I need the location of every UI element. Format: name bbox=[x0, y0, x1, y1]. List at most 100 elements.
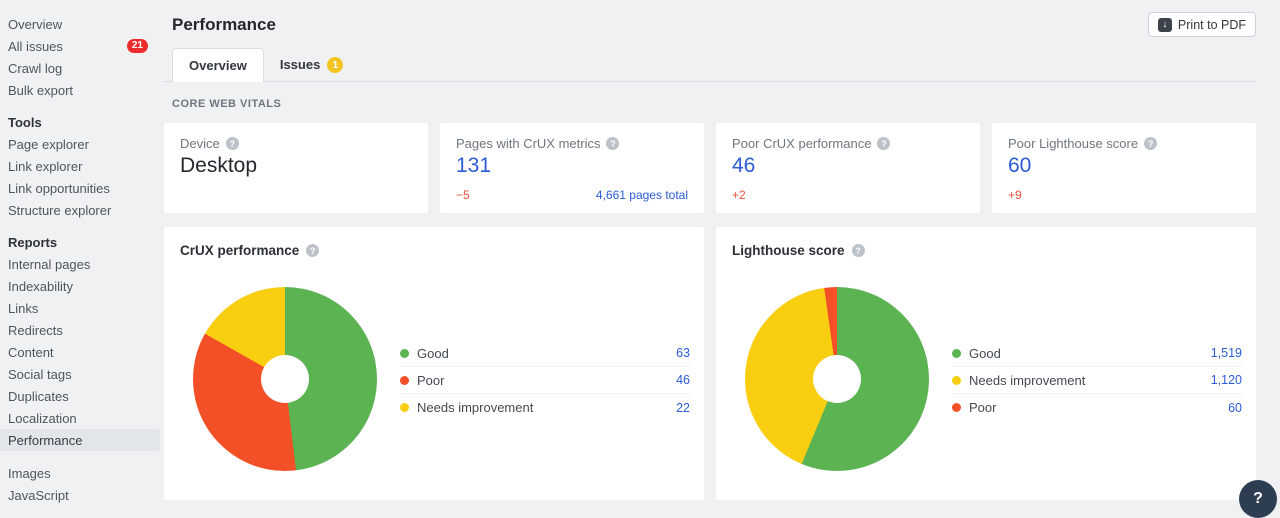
sidebar-item-images[interactable]: Images bbox=[0, 462, 160, 484]
print-to-pdf-button[interactable]: Print to PDF bbox=[1148, 12, 1256, 37]
sidebar-item-link-opportunities[interactable]: Link opportunities bbox=[0, 177, 160, 199]
help-circle-icon[interactable] bbox=[226, 137, 239, 150]
help-button[interactable]: ? bbox=[1239, 480, 1277, 518]
sidebar-group: ReportsInternal pages Indexability Links Re… bbox=[0, 231, 160, 451]
stat-cards-row: Device Desktop Pages with CrUX metrics 1… bbox=[164, 123, 1256, 213]
sidebar-item-label: Indexability bbox=[8, 279, 73, 294]
stat-card-pages-with-crux-metrics: Pages with CrUX metrics 131 −5 4,661 pag… bbox=[440, 123, 704, 213]
stat-card-poor-crux-performance-value[interactable]: 46 bbox=[732, 154, 964, 178]
delta-value: +2 bbox=[732, 188, 746, 202]
legend-row-needs-improvement: Needs improvement1,120 bbox=[952, 367, 1242, 394]
lighthouse-score-chart-title-row: Lighthouse score bbox=[732, 243, 865, 258]
sidebar-item-links[interactable]: Links bbox=[0, 297, 160, 319]
topbar: Performance Print to PDF bbox=[164, 12, 1256, 37]
stat-card-device-value: Desktop bbox=[180, 154, 412, 178]
stat-card-poor-lighthouse-score-label: Poor Lighthouse score bbox=[1008, 136, 1138, 151]
sidebar-item-social-tags[interactable]: Social tags bbox=[0, 363, 160, 385]
tab-bar: Overview Issues 1 bbox=[164, 48, 1256, 82]
stat-card-poor-lighthouse-score-value[interactable]: 60 bbox=[1008, 154, 1240, 178]
pages-total-link[interactable]: 4,661 pages total bbox=[596, 188, 688, 202]
sidebar-item-label: Structure explorer bbox=[8, 203, 111, 218]
stat-card-pages-with-crux-metrics-label-row: Pages with CrUX metrics bbox=[456, 136, 688, 151]
crux-performance-legend: Good63Poor46Needs improvement22 bbox=[400, 340, 690, 421]
sidebar-item-content[interactable]: Content bbox=[0, 341, 160, 363]
sidebar-item-link-explorer[interactable]: Link explorer bbox=[0, 155, 160, 177]
sidebar-group: Tools Page explorer Link explorer Link oppo… bbox=[0, 111, 160, 221]
sidebar-item-label: Performance bbox=[8, 433, 82, 448]
sidebar-item-redirects[interactable]: Redirects bbox=[0, 319, 160, 341]
stat-card-pages-with-crux-metrics-footer: −5 4,661 pages total bbox=[456, 188, 688, 202]
sidebar-item-localization[interactable]: Localization bbox=[0, 407, 160, 429]
sidebar-item-bulk-export[interactable]: Bulk export bbox=[0, 79, 160, 101]
lighthouse-score-legend: Good 1,519 Needs improvement1,120Poor60 bbox=[952, 340, 1242, 421]
stat-card-poor-crux-performance-label-row: Poor CrUX performance bbox=[732, 136, 964, 151]
sidebar-item-label: Localization bbox=[8, 411, 77, 426]
sidebar-item-structure-explorer[interactable]: Structure explorer bbox=[0, 199, 160, 221]
sidebar-item-internal-pages[interactable]: Internal pages bbox=[0, 253, 160, 275]
legend-row-good: Good 63 bbox=[400, 340, 690, 367]
stat-card-poor-lighthouse-score: Poor Lighthouse score 60 +9 bbox=[992, 123, 1256, 213]
help-circle-icon[interactable] bbox=[877, 137, 890, 150]
lighthouse-score-donut[interactable] bbox=[745, 287, 929, 471]
legend-label: Good bbox=[417, 346, 449, 361]
stat-card-device: Device Desktop bbox=[164, 123, 428, 213]
delta-value: −5 bbox=[456, 188, 470, 202]
help-circle-icon[interactable] bbox=[606, 137, 619, 150]
stat-card-poor-lighthouse-score-label-row: Poor Lighthouse score bbox=[1008, 136, 1240, 151]
legend-dot-poor bbox=[952, 403, 961, 412]
sidebar: OverviewAll issues21Crawl log Bulk export… bbox=[0, 0, 160, 506]
sidebar-item-overview[interactable]: Overview bbox=[0, 13, 160, 35]
legend-dot-good bbox=[952, 349, 961, 358]
sidebar-item-javascript[interactable]: JavaScript bbox=[0, 484, 160, 506]
sidebar-item-label: Redirects bbox=[8, 323, 63, 338]
legend-value-link[interactable]: 60 bbox=[1228, 401, 1242, 415]
sidebar-group: Images JavaScript bbox=[0, 462, 160, 506]
sidebar-item-label: Page explorer bbox=[8, 137, 89, 152]
legend-value-link[interactable]: 1,120 bbox=[1211, 373, 1242, 387]
legend-dot-needs-improvement bbox=[400, 403, 409, 412]
stat-card-poor-crux-performance: Poor CrUX performance 46 +2 bbox=[716, 123, 980, 213]
sidebar-item-label: Content bbox=[8, 345, 54, 360]
sidebar-group: OverviewAll issues21Crawl log Bulk export bbox=[0, 13, 160, 101]
legend-dot-needs-improvement bbox=[952, 376, 961, 385]
print-to-pdf-label: Print to PDF bbox=[1178, 18, 1246, 32]
legend-row-poor: Poor60 bbox=[952, 394, 1242, 421]
lighthouse-score-chart-card: Lighthouse score Good 1,519 Needs improvem… bbox=[716, 227, 1256, 500]
legend-dot-poor bbox=[400, 376, 409, 385]
page-title: Performance bbox=[172, 15, 276, 35]
legend-label: Good bbox=[969, 346, 1001, 361]
stat-card-poor-crux-performance-label: Poor CrUX performance bbox=[732, 136, 871, 151]
legend-row-needs-improvement: Needs improvement22 bbox=[400, 394, 690, 421]
legend-value-link[interactable]: 63 bbox=[676, 346, 690, 360]
legend-dot-good bbox=[400, 349, 409, 358]
crux-performance-donut[interactable] bbox=[193, 287, 377, 471]
legend-value-link[interactable]: 1,519 bbox=[1211, 346, 1242, 360]
sidebar-item-performance[interactable]: Performance bbox=[0, 429, 160, 451]
help-circle-icon[interactable] bbox=[306, 244, 319, 257]
stat-card-poor-lighthouse-score-footer: +9 bbox=[1008, 188, 1240, 202]
sidebar-section-header-reports: Reports bbox=[0, 231, 160, 253]
help-circle-icon[interactable] bbox=[1144, 137, 1157, 150]
sidebar-item-label: Link explorer bbox=[8, 159, 82, 174]
sidebar-item-indexability[interactable]: Indexability bbox=[0, 275, 160, 297]
tab-issues[interactable]: Issues 1 bbox=[264, 48, 359, 81]
sidebar-item-label: Duplicates bbox=[8, 389, 69, 404]
tab-overview-label: Overview bbox=[189, 58, 247, 73]
sidebar-item-label: JavaScript bbox=[8, 488, 69, 503]
sidebar-section-header-tools: Tools bbox=[0, 111, 160, 133]
sidebar-item-crawl-log[interactable]: Crawl log bbox=[0, 57, 160, 79]
stat-card-poor-crux-performance-footer: +2 bbox=[732, 188, 964, 202]
sidebar-item-label: Bulk export bbox=[8, 83, 73, 98]
legend-value-link[interactable]: 22 bbox=[676, 401, 690, 415]
sidebar-item-all-issues[interactable]: All issues21 bbox=[0, 35, 160, 57]
legend-value-link[interactable]: 46 bbox=[676, 373, 690, 387]
stat-card-pages-with-crux-metrics-value[interactable]: 131 bbox=[456, 154, 688, 178]
help-circle-icon[interactable] bbox=[852, 244, 865, 257]
lighthouse-score-chart-title: Lighthouse score bbox=[732, 243, 845, 258]
sidebar-item-page-explorer[interactable]: Page explorer bbox=[0, 133, 160, 155]
crux-performance-chart-title-row: CrUX performance bbox=[180, 243, 319, 258]
sidebar-item-duplicates[interactable]: Duplicates bbox=[0, 385, 160, 407]
tab-issues-label: Issues bbox=[280, 57, 320, 72]
tab-overview[interactable]: Overview bbox=[172, 48, 264, 82]
crux-performance-chart-card: CrUX performance Good63Poor46Needs impro… bbox=[164, 227, 704, 500]
